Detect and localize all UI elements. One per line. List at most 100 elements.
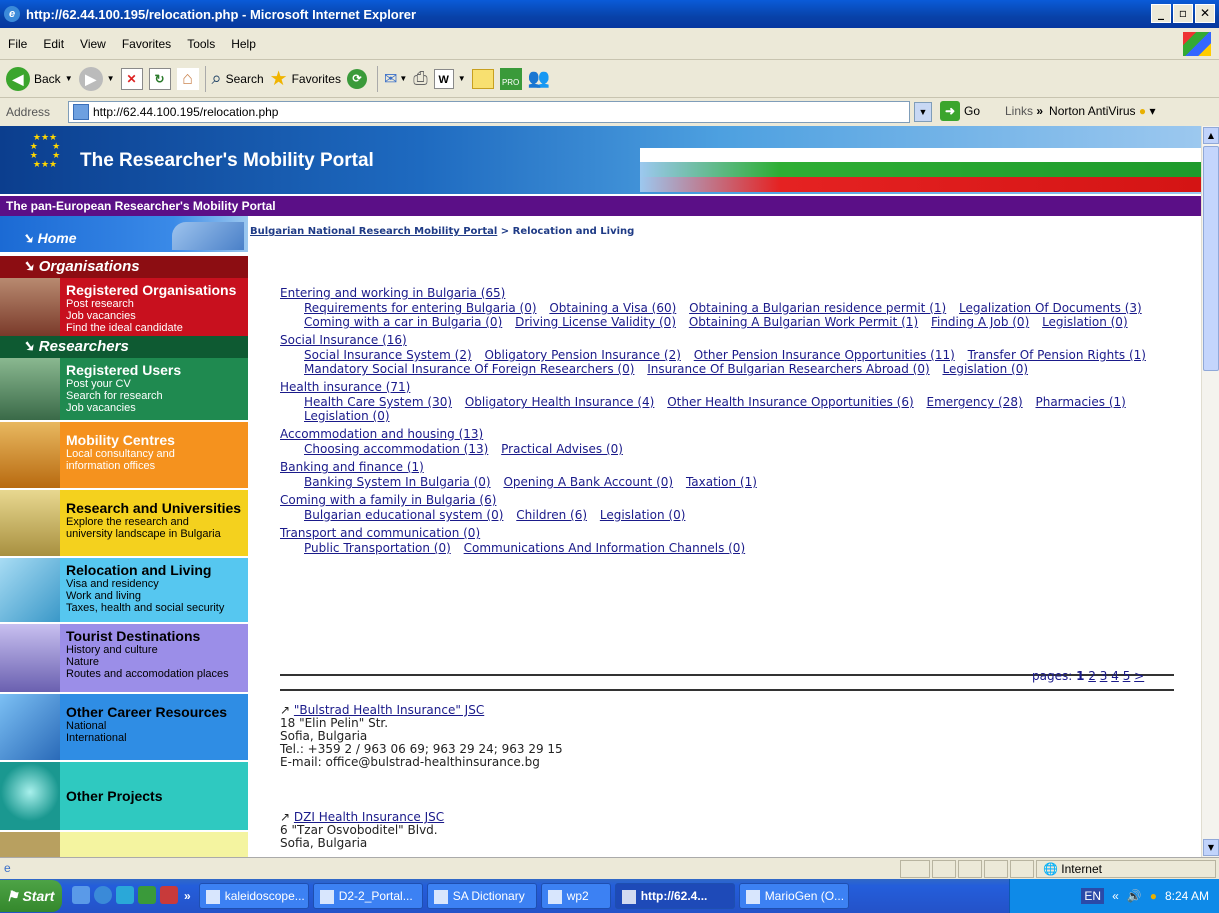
- search-button[interactable]: ⌕ Search: [212, 64, 264, 94]
- tray-expand-icon[interactable]: «: [1112, 889, 1119, 903]
- quicklaunch-pro-icon[interactable]: [138, 885, 156, 904]
- subcategory-link[interactable]: Mandatory Social Insurance Of Foreign Re…: [304, 362, 634, 376]
- category-link[interactable]: Transport and communication (0): [280, 526, 1176, 541]
- links-button[interactable]: Links »: [1005, 104, 1043, 118]
- speaker-icon[interactable]: 🔊: [1127, 889, 1142, 903]
- forward-button[interactable]: ▶ ▼: [78, 64, 115, 94]
- subcategory-link[interactable]: Legalization Of Documents (3): [959, 301, 1142, 315]
- subcategory-link[interactable]: Other Health Insurance Opportunities (6): [667, 395, 914, 409]
- subcategory-link[interactable]: Public Transportation (0): [304, 541, 451, 555]
- media-button[interactable]: ⟳: [346, 64, 371, 94]
- sidebar-item-tourist-destinations[interactable]: Tourist Destinations History and culture…: [0, 622, 248, 692]
- language-indicator[interactable]: EN: [1081, 888, 1105, 904]
- sidebar-header-researchers[interactable]: ➘ Researchers: [0, 336, 248, 358]
- quicklaunch-more[interactable]: »: [184, 889, 191, 903]
- subcategory-link[interactable]: Social Insurance System (2): [304, 348, 472, 362]
- close-button[interactable]: ✕: [1195, 4, 1215, 23]
- discuss-button[interactable]: [471, 64, 494, 94]
- taskbar-task[interactable]: http://62.4...: [614, 883, 735, 909]
- go-button[interactable]: ➜ Go: [940, 101, 980, 121]
- quicklaunch-desktop-icon[interactable]: [72, 885, 90, 904]
- taskbar-task[interactable]: MarioGen (O...: [738, 883, 849, 909]
- taskbar-task[interactable]: kaleidoscope...: [198, 883, 309, 909]
- subcategory-link[interactable]: Obtaining a Bulgarian residence permit (…: [689, 301, 946, 315]
- norton-antivirus-button[interactable]: Norton AntiVirus ● ▾: [1049, 104, 1155, 118]
- start-button[interactable]: ⚑ Start: [0, 880, 62, 912]
- address-dropdown-button[interactable]: ▼: [914, 102, 932, 122]
- sidebar-item-mobility-centres[interactable]: Mobility Centres Local consultancy and i…: [0, 420, 248, 488]
- edit-button[interactable]: W ▼: [433, 64, 466, 94]
- scroll-down-button[interactable]: ▼: [1203, 839, 1219, 856]
- quicklaunch-app-icon[interactable]: [116, 885, 134, 904]
- subcategory-link[interactable]: Practical Advises (0): [501, 442, 623, 456]
- menu-view[interactable]: View: [72, 37, 114, 51]
- breadcrumb-link[interactable]: Bulgarian National Research Mobility Por…: [250, 226, 497, 237]
- subcategory-link[interactable]: Health Care System (30): [304, 395, 452, 409]
- menu-tools[interactable]: Tools: [179, 37, 223, 51]
- minimize-button[interactable]: _: [1151, 4, 1171, 23]
- subcategory-link[interactable]: Obtaining a Visa (60): [549, 301, 676, 315]
- provider-link[interactable]: "Bulstrad Health Insurance" JSC: [294, 703, 484, 717]
- messenger-button[interactable]: 👥: [528, 64, 550, 94]
- stop-button[interactable]: ✕: [120, 64, 143, 94]
- subcategory-link[interactable]: Legislation (0): [304, 409, 390, 423]
- sidebar-header-organisations[interactable]: ➘ Organisations: [0, 256, 248, 278]
- category-link[interactable]: Banking and finance (1): [280, 460, 1176, 475]
- scroll-up-button[interactable]: ▲: [1203, 127, 1219, 144]
- subcategory-link[interactable]: Obligatory Pension Insurance (2): [484, 348, 680, 362]
- menu-help[interactable]: Help: [223, 37, 264, 51]
- scroll-thumb[interactable]: [1203, 146, 1219, 371]
- pager-next[interactable]: >: [1134, 669, 1144, 683]
- address-input[interactable]: http://62.44.100.195/relocation.php: [68, 101, 910, 123]
- maximize-button[interactable]: ▫: [1173, 4, 1193, 23]
- subcategory-link[interactable]: Choosing accommodation (13): [304, 442, 488, 456]
- taskbar-task[interactable]: D2-2_Portal...: [312, 883, 423, 909]
- sidebar-item-research-universities[interactable]: Research and Universities Explore the re…: [0, 488, 248, 556]
- messenger-pro-button[interactable]: PRO: [499, 64, 522, 94]
- subcategory-link[interactable]: Legislation (0): [942, 362, 1028, 376]
- sidebar-item-registered-users[interactable]: Registered Users Post your CV Search for…: [0, 358, 248, 420]
- quicklaunch-ie-icon[interactable]: [94, 885, 112, 904]
- subcategory-link[interactable]: Taxation (1): [686, 475, 757, 489]
- sidebar-item-other-career-resources[interactable]: Other Career Resources National Internat…: [0, 692, 248, 760]
- subcategory-link[interactable]: Children (6): [516, 508, 587, 522]
- subcategory-link[interactable]: Opening A Bank Account (0): [503, 475, 673, 489]
- category-link[interactable]: Social Insurance (16): [280, 333, 1176, 348]
- subcategory-link[interactable]: Communications And Information Channels …: [464, 541, 746, 555]
- menu-edit[interactable]: Edit: [35, 37, 72, 51]
- sidebar-item-registered-organisations[interactable]: Registered Organisations Post research J…: [0, 278, 248, 336]
- favorites-button[interactable]: ★ Favorites: [270, 64, 341, 94]
- subcategory-link[interactable]: Obtaining A Bulgarian Work Permit (1): [689, 315, 918, 329]
- pager-link[interactable]: 3: [1100, 669, 1108, 683]
- pager-link[interactable]: 4: [1111, 669, 1119, 683]
- menu-favorites[interactable]: Favorites: [114, 37, 179, 51]
- subcategory-link[interactable]: Finding A Job (0): [931, 315, 1029, 329]
- subcategory-link[interactable]: Pharmacies (1): [1035, 395, 1125, 409]
- subcategory-link[interactable]: Driving License Validity (0): [515, 315, 676, 329]
- quicklaunch-uk-flag-icon[interactable]: [160, 885, 178, 904]
- subcategory-link[interactable]: Requirements for entering Bulgaria (0): [304, 301, 537, 315]
- category-link[interactable]: Entering and working in Bulgaria (65): [280, 286, 1176, 301]
- subcategory-link[interactable]: Emergency (28): [927, 395, 1023, 409]
- pager-link[interactable]: 5: [1123, 669, 1131, 683]
- taskbar-task[interactable]: SA Dictionary: [426, 883, 537, 909]
- norton-tray-icon[interactable]: ●: [1150, 889, 1157, 903]
- sidebar-home[interactable]: ➘ Home: [0, 216, 248, 254]
- category-link[interactable]: Coming with a family in Bulgaria (6): [280, 493, 1176, 508]
- subcategory-link[interactable]: Other Pension Insurance Opportunities (1…: [694, 348, 955, 362]
- vertical-scrollbar[interactable]: ▲ ▼: [1201, 126, 1219, 857]
- subcategory-link[interactable]: Banking System In Bulgaria (0): [304, 475, 491, 489]
- refresh-button[interactable]: ↻: [148, 64, 171, 94]
- print-button[interactable]: ⎙: [413, 64, 427, 94]
- pager-link[interactable]: 2: [1088, 669, 1096, 683]
- category-link[interactable]: Accommodation and housing (13): [280, 427, 1176, 442]
- provider-link[interactable]: DZI Health Insurance JSC: [294, 810, 444, 824]
- home-button[interactable]: ⌂: [176, 64, 199, 94]
- subcategory-link[interactable]: Coming with a car in Bulgaria (0): [304, 315, 502, 329]
- sidebar-item-other-projects[interactable]: Other Projects: [0, 760, 248, 830]
- menu-file[interactable]: File: [0, 37, 35, 51]
- subcategory-link[interactable]: Legislation (0): [1042, 315, 1128, 329]
- category-link[interactable]: Health insurance (71): [280, 380, 1176, 395]
- back-button[interactable]: ◀ Back ▼: [6, 64, 73, 94]
- taskbar-task[interactable]: wp2: [540, 883, 611, 909]
